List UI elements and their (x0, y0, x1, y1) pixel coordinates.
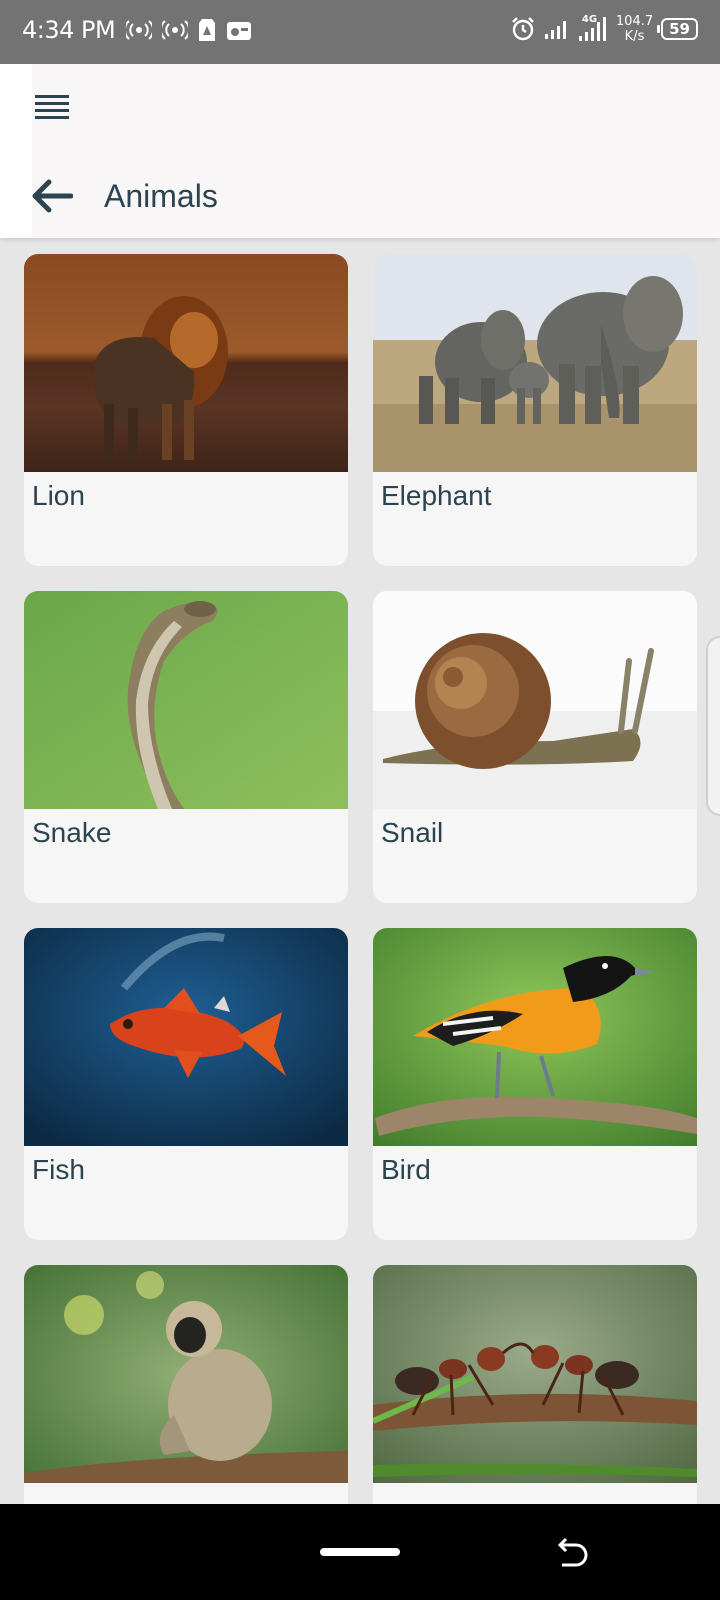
app-header: Animals (0, 64, 720, 238)
signal-icon (544, 21, 566, 39)
animal-label: Bird (381, 1154, 431, 1185)
monkey-image (24, 1265, 348, 1483)
status-time: 4:34 PM (22, 16, 116, 44)
page-title: Animals (104, 178, 218, 214)
animal-card-lion[interactable]: Lion (24, 254, 348, 566)
animal-label: Fish (32, 1154, 85, 1185)
status-icons-left (126, 18, 252, 42)
hotspot-icon (162, 20, 188, 40)
animal-card-snake[interactable]: Snake (24, 591, 348, 903)
signal-4g-icon: 4G (578, 14, 608, 42)
battery-level: 59 (669, 20, 690, 38)
animal-label: Elephant (381, 480, 492, 511)
alarm-icon (512, 17, 534, 41)
scroll-edge-handle[interactable] (706, 636, 720, 816)
storage-icon (199, 19, 215, 41)
status-bar: 4:34 PM 4G 104.7 K/s 59 (0, 0, 720, 64)
animal-label: Lion (32, 480, 85, 511)
bird-image (373, 928, 697, 1146)
elephant-image (373, 254, 697, 472)
hamburger-menu-icon[interactable] (34, 89, 70, 125)
animal-card-snail[interactable]: Snail (373, 591, 697, 903)
snail-image (373, 591, 697, 809)
hotspot-icon (126, 20, 152, 40)
speed-unit: K/s (624, 29, 645, 44)
home-gesture-pill[interactable] (320, 1548, 400, 1556)
back-gesture-icon[interactable] (556, 1534, 592, 1570)
snake-image (24, 591, 348, 809)
navigation-bar (0, 1504, 720, 1600)
radio-icon (227, 22, 251, 40)
ant-image (373, 1265, 697, 1483)
animal-card-fish[interactable]: Fish (24, 928, 348, 1240)
fish-image (24, 928, 348, 1146)
animal-card-elephant[interactable]: Elephant (373, 254, 697, 566)
status-icons-right: 4G 104.7 K/s 59 (510, 14, 698, 44)
speed-value: 104.7 (615, 14, 654, 29)
arrow-left-icon[interactable] (28, 172, 76, 220)
lion-image (24, 254, 348, 472)
animal-label: Snake (32, 817, 112, 848)
battery-indicator: 59 (657, 18, 698, 40)
network-speed: 104.7 K/s (616, 14, 653, 44)
animal-label: Snail (381, 817, 444, 848)
animal-card-bird[interactable]: Bird (373, 928, 697, 1240)
